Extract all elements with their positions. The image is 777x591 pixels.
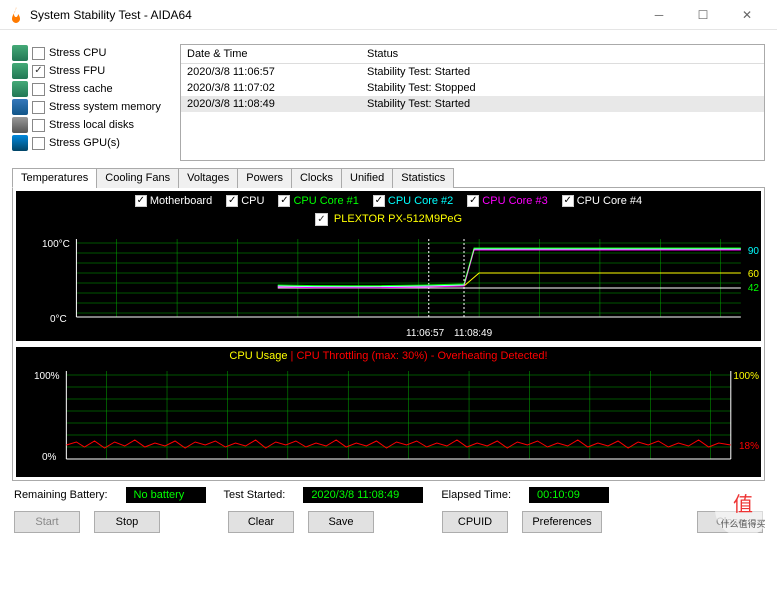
legend-motherboard[interactable]: Motherboard xyxy=(135,195,212,207)
legend-cpu[interactable]: CPU xyxy=(226,195,264,207)
start-button[interactable]: Start xyxy=(14,511,80,533)
legend-cpu-core-1[interactable]: CPU Core #1 xyxy=(278,195,358,207)
cpu-usage-title: CPU Usage | CPU Throttling (max: 30%) - … xyxy=(16,350,761,362)
event-log[interactable]: Date & Time Status 2020/3/8 11:06:57Stab… xyxy=(180,44,765,161)
legend-cpu-core-3[interactable]: CPU Core #3 xyxy=(467,195,547,207)
save-button[interactable]: Save xyxy=(308,511,374,533)
tab-cooling-fans[interactable]: Cooling Fans xyxy=(96,168,179,188)
log-row[interactable]: 2020/3/8 11:07:02Stability Test: Stopped xyxy=(181,80,764,96)
cache-icon xyxy=(12,81,28,97)
cpu-icon xyxy=(12,45,28,61)
disk-icon xyxy=(12,117,28,133)
y-axis-bot: 0°C xyxy=(50,314,67,325)
stress-memory-checkbox[interactable] xyxy=(32,101,45,114)
battery-label: Remaining Battery: xyxy=(14,489,108,501)
tab-voltages[interactable]: Voltages xyxy=(178,168,238,188)
elapsed-label: Elapsed Time: xyxy=(441,489,511,501)
stress-disks-checkbox[interactable] xyxy=(32,119,45,132)
legend-cpu-core-4[interactable]: CPU Core #4 xyxy=(562,195,642,207)
stress-disks-label: Stress local disks xyxy=(49,119,134,131)
stress-fpu-label: Stress FPU xyxy=(49,65,105,77)
stress-gpu-row: Stress GPU(s) xyxy=(12,134,172,152)
temperature-legend: Motherboard CPU CPU Core #1 CPU Core #2 … xyxy=(16,195,761,207)
log-header-row: Date & Time Status xyxy=(181,45,764,64)
r2-top: 100% xyxy=(733,371,759,382)
elapsed-value: 00:10:09 xyxy=(529,487,609,503)
stress-memory-label: Stress system memory xyxy=(49,101,161,113)
title-bar: System Stability Test - AIDA64 ─ ☐ ✕ xyxy=(0,0,777,30)
r-label-60: 60 xyxy=(748,269,759,280)
tab-statistics[interactable]: Statistics xyxy=(392,168,454,188)
stress-cache-label: Stress cache xyxy=(49,83,113,95)
stress-fpu-row: Stress FPU xyxy=(12,62,172,80)
stress-cache-row: Stress cache xyxy=(12,80,172,98)
r-label-90: 90 xyxy=(748,246,759,257)
window-controls: ─ ☐ ✕ xyxy=(637,1,769,29)
log-header-status[interactable]: Status xyxy=(361,45,764,64)
minimize-button[interactable]: ─ xyxy=(637,1,681,29)
content-area: Stress CPU Stress FPU Stress cache Stres… xyxy=(0,30,777,543)
r-label-42: 42 xyxy=(748,283,759,294)
stress-gpu-checkbox[interactable] xyxy=(32,137,45,150)
stop-button[interactable]: Stop xyxy=(94,511,160,533)
cpuid-button[interactable]: CPUID xyxy=(442,511,508,533)
x-tick-1: 11:06:57 xyxy=(406,328,444,339)
stress-cache-checkbox[interactable] xyxy=(32,83,45,96)
tab-temperatures[interactable]: Temperatures xyxy=(12,168,97,188)
clear-button[interactable]: Clear xyxy=(228,511,294,533)
tab-unified[interactable]: Unified xyxy=(341,168,393,188)
gpu-icon xyxy=(12,135,28,151)
status-row: Remaining Battery: No battery Test Start… xyxy=(12,481,765,511)
started-label: Test Started: xyxy=(224,489,286,501)
tab-powers[interactable]: Powers xyxy=(237,168,292,188)
cpu-usage-chart: CPU Usage | CPU Throttling (max: 30%) - … xyxy=(16,347,761,477)
stress-cpu-row: Stress CPU xyxy=(12,44,172,62)
stress-fpu-checkbox[interactable] xyxy=(32,65,45,78)
x-tick-2: 11:08:49 xyxy=(454,328,492,339)
window-title: System Stability Test - AIDA64 xyxy=(30,8,637,22)
legend-cpu-core-2[interactable]: CPU Core #2 xyxy=(373,195,453,207)
memory-icon xyxy=(12,99,28,115)
maximize-button[interactable]: ☐ xyxy=(681,1,725,29)
fpu-icon xyxy=(12,63,28,79)
temperature-chart: Motherboard CPU CPU Core #1 CPU Core #2 … xyxy=(16,191,761,341)
cpu-usage-svg xyxy=(16,347,761,477)
button-row: Start Stop Clear Save CPUID Preferences … xyxy=(12,511,765,533)
stress-gpu-label: Stress GPU(s) xyxy=(49,137,120,149)
stress-options: Stress CPU Stress FPU Stress cache Stres… xyxy=(12,44,172,161)
tab-clocks[interactable]: Clocks xyxy=(291,168,342,188)
started-value: 2020/3/8 11:08:49 xyxy=(303,487,423,503)
stress-memory-row: Stress system memory xyxy=(12,98,172,116)
charts-panel: Motherboard CPU CPU Core #1 CPU Core #2 … xyxy=(12,188,765,481)
stress-cpu-checkbox[interactable] xyxy=(32,47,45,60)
log-row[interactable]: 2020/3/8 11:06:57Stability Test: Started xyxy=(181,64,764,81)
stress-disks-row: Stress local disks xyxy=(12,116,172,134)
log-row[interactable]: 2020/3/8 11:08:49Stability Test: Started xyxy=(181,96,764,112)
log-header-datetime[interactable]: Date & Time xyxy=(181,45,361,64)
y-axis-top: 100°C xyxy=(42,239,70,250)
battery-value: No battery xyxy=(126,487,206,503)
chart-tabs: Temperatures Cooling Fans Voltages Power… xyxy=(12,167,765,188)
close-window-button[interactable]: ✕ xyxy=(725,1,769,29)
legend-plextor[interactable]: PLEXTOR PX-512M9PeG xyxy=(16,213,761,226)
r2-val: 18% xyxy=(739,441,759,452)
y2-bot: 0% xyxy=(42,452,56,463)
watermark: 值 什么值得买 xyxy=(715,481,771,537)
preferences-button[interactable]: Preferences xyxy=(522,511,602,533)
y2-top: 100% xyxy=(34,371,60,382)
app-icon xyxy=(8,7,24,23)
stress-cpu-label: Stress CPU xyxy=(49,47,106,59)
